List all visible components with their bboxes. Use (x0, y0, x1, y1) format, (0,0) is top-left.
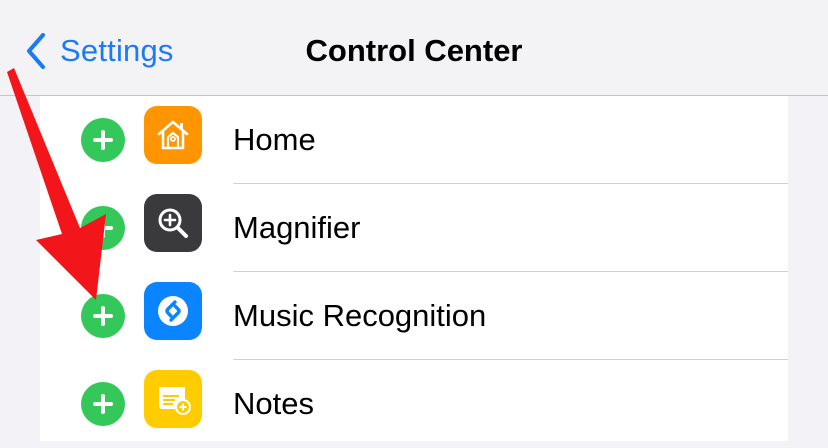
list-item-magnifier: Magnifier (40, 184, 788, 272)
navigation-bar: Settings Control Center (0, 0, 828, 96)
add-music-recognition-button[interactable] (81, 294, 125, 338)
magnifier-icon (144, 194, 202, 252)
home-icon (144, 106, 202, 164)
list-item-home: Home (40, 96, 788, 184)
list-item-notes: Notes (40, 360, 788, 448)
list-item-label: Magnifier (233, 210, 361, 245)
list-item-music-recognition: Music Recognition (40, 272, 788, 360)
list-item-label: Home (233, 122, 316, 157)
notes-icon (144, 370, 202, 428)
shazam-icon (144, 282, 202, 340)
add-magnifier-button[interactable] (81, 206, 125, 250)
list-item-label: Notes (233, 386, 314, 421)
list-item-label: Music Recognition (233, 298, 487, 333)
more-controls-list: Home Magnifier Music Recognition Notes (40, 96, 788, 441)
add-home-button[interactable] (81, 118, 125, 162)
add-notes-button[interactable] (81, 382, 125, 426)
page-title: Control Center (305, 33, 523, 68)
